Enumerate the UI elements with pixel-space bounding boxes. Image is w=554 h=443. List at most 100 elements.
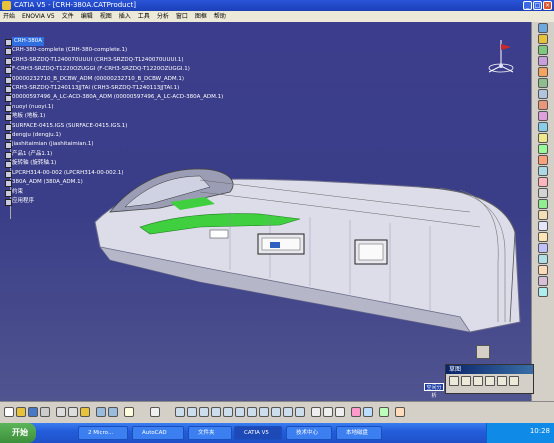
bom-icon[interactable] bbox=[538, 276, 548, 286]
apply-material-icon[interactable] bbox=[363, 407, 373, 417]
print-icon[interactable] bbox=[40, 407, 50, 417]
menu-insert[interactable]: 插入 bbox=[119, 11, 131, 22]
snap-icon[interactable] bbox=[538, 122, 548, 132]
tree-node[interactable]: 旋转轴 (旋转轴.1) bbox=[4, 159, 223, 169]
tree-node[interactable]: 地板 (地板.1) bbox=[4, 112, 223, 122]
graph-tree-icon[interactable] bbox=[538, 89, 548, 99]
contact-icon[interactable] bbox=[538, 177, 548, 187]
tree-node[interactable]: 约束 bbox=[4, 188, 223, 197]
tree-node[interactable]: 380A_ADM (380A_ADM.1) bbox=[4, 178, 223, 188]
menu-help[interactable]: 帮助 bbox=[214, 11, 226, 22]
menu-tools[interactable]: 工具 bbox=[138, 11, 150, 22]
tree-node[interactable]: 应用程序 bbox=[4, 197, 223, 207]
annotation-icon[interactable] bbox=[538, 243, 548, 253]
palette-point-icon[interactable] bbox=[449, 376, 459, 386]
zoom-in-icon[interactable] bbox=[223, 407, 233, 417]
tree-node[interactable]: jiashitaimian (jiashitaimian.1) bbox=[4, 140, 223, 150]
palette-geometry-icon[interactable] bbox=[497, 376, 507, 386]
palette-construction-icon[interactable] bbox=[485, 376, 495, 386]
3d-viewport[interactable]: CRH-380A CRH-380-complete (CRH-380-compl… bbox=[0, 22, 531, 401]
existing-component-icon[interactable] bbox=[538, 67, 548, 77]
shading-icon[interactable] bbox=[271, 407, 281, 417]
measure-icon[interactable] bbox=[538, 221, 548, 231]
component-icon[interactable] bbox=[538, 56, 548, 66]
material-icon[interactable] bbox=[351, 407, 361, 417]
taskbar-item[interactable]: 本地磁盘 bbox=[336, 426, 382, 440]
sketch-palette[interactable]: 草图 bbox=[445, 364, 534, 394]
copy-icon[interactable] bbox=[68, 407, 78, 417]
offset-icon[interactable] bbox=[538, 188, 548, 198]
menu-edit[interactable]: 编辑 bbox=[81, 11, 93, 22]
start-button[interactable]: 开始 bbox=[0, 423, 36, 443]
compass-icon[interactable] bbox=[483, 38, 519, 82]
tree-node[interactable]: 00000232710_B_DCBW_ADM (00000232710_B_DC… bbox=[4, 75, 223, 85]
tree-node[interactable]: 00000597496_A_LC-ACD-380A_ADM (000005974… bbox=[4, 93, 223, 103]
help-icon[interactable] bbox=[124, 407, 134, 417]
floating-toolbar[interactable] bbox=[476, 345, 490, 359]
maximize-button[interactable]: □ bbox=[533, 1, 542, 10]
redo-icon[interactable] bbox=[108, 407, 118, 417]
numbering-icon[interactable] bbox=[538, 100, 548, 110]
palette-dimension-icon[interactable] bbox=[509, 376, 519, 386]
clock[interactable]: 10:28 bbox=[530, 427, 550, 435]
measure-between-icon[interactable] bbox=[311, 407, 321, 417]
select-icon[interactable] bbox=[538, 23, 548, 33]
tree-node[interactable]: 产品1 (产品1.1) bbox=[4, 150, 223, 160]
iso-view-icon[interactable] bbox=[259, 407, 269, 417]
constraint-icon[interactable] bbox=[538, 155, 548, 165]
menu-analysis[interactable]: 分析 bbox=[157, 11, 169, 22]
minimize-button[interactable]: _ bbox=[523, 1, 532, 10]
menu-enovia[interactable]: ENOVIA V5 bbox=[22, 11, 55, 22]
swap-visible-icon[interactable] bbox=[295, 407, 305, 417]
tree-node[interactable]: nuoyi (nuoyi.1) bbox=[4, 103, 223, 113]
taskbar-item-active[interactable]: CATIA V5 bbox=[234, 426, 282, 440]
menu-view[interactable]: 视图 bbox=[100, 11, 112, 22]
tree-node-root[interactable]: CRH-380A bbox=[4, 37, 223, 47]
hide-show-icon[interactable] bbox=[283, 407, 293, 417]
menu-window[interactable]: 窗口 bbox=[176, 11, 188, 22]
part-icon[interactable] bbox=[538, 45, 548, 55]
fly-icon[interactable] bbox=[175, 407, 185, 417]
normal-view-icon[interactable] bbox=[247, 407, 257, 417]
measure-item-icon[interactable] bbox=[323, 407, 333, 417]
tree-node[interactable]: dengju (dengju.1) bbox=[4, 131, 223, 141]
undo-icon[interactable] bbox=[96, 407, 106, 417]
space-analysis-button[interactable]: 空间分析 bbox=[424, 383, 444, 399]
explode-icon[interactable] bbox=[538, 133, 548, 143]
measure-inertia-icon[interactable] bbox=[335, 407, 345, 417]
publication-icon[interactable] bbox=[538, 265, 548, 275]
product-icon[interactable] bbox=[538, 34, 548, 44]
rotate-icon[interactable] bbox=[211, 407, 221, 417]
tree-node[interactable]: CRH3-SRZDQ-T1240113JJTAI (CRH3-SRZDQ-T12… bbox=[4, 84, 223, 94]
close-button[interactable]: × bbox=[543, 1, 552, 10]
tree-node[interactable]: CRH-380-complete (CRH-380-complete.1) bbox=[4, 46, 223, 56]
cut-icon[interactable] bbox=[56, 407, 66, 417]
menu-start[interactable]: 开始 bbox=[3, 11, 15, 22]
pan-icon[interactable] bbox=[199, 407, 209, 417]
tree-node[interactable]: LPCRH314-00-002 (LPCRH314-00-002.1) bbox=[4, 169, 223, 179]
angle-icon[interactable] bbox=[538, 199, 548, 209]
new-icon[interactable] bbox=[4, 407, 14, 417]
zoom-out-icon[interactable] bbox=[235, 407, 245, 417]
section-icon[interactable] bbox=[538, 232, 548, 242]
clash-icon[interactable] bbox=[538, 144, 548, 154]
fix-icon[interactable] bbox=[538, 166, 548, 176]
catalog-icon[interactable] bbox=[379, 407, 389, 417]
open-icon[interactable] bbox=[16, 407, 26, 417]
menu-frame[interactable]: 图框 bbox=[195, 11, 207, 22]
power-input-icon[interactable] bbox=[395, 407, 405, 417]
taskbar-item[interactable]: 文件夹 bbox=[188, 426, 232, 440]
scene-icon[interactable] bbox=[538, 254, 548, 264]
palette-grid-icon[interactable] bbox=[473, 376, 483, 386]
update-icon[interactable] bbox=[538, 210, 548, 220]
taskbar-item[interactable]: 2 Micro... bbox=[78, 426, 128, 440]
tree-node[interactable]: F-CRH3-SRZDQ-T1220OZUGGI (F-CRH3-SRZDQ-T… bbox=[4, 65, 223, 75]
tree-node[interactable]: SURFACE-0415.IGS (SURFACE-0415.IGS.1) bbox=[4, 122, 223, 132]
menu-file[interactable]: 文件 bbox=[62, 11, 74, 22]
specification-tree[interactable]: CRH-380A CRH-380-complete (CRH-380-compl… bbox=[4, 37, 223, 219]
palette-cursor-icon[interactable] bbox=[461, 376, 471, 386]
formula-icon[interactable] bbox=[150, 407, 160, 417]
taskbar-item[interactable]: AutoCAD bbox=[132, 426, 184, 440]
sketch-icon[interactable] bbox=[538, 287, 548, 297]
replace-icon[interactable] bbox=[538, 78, 548, 88]
